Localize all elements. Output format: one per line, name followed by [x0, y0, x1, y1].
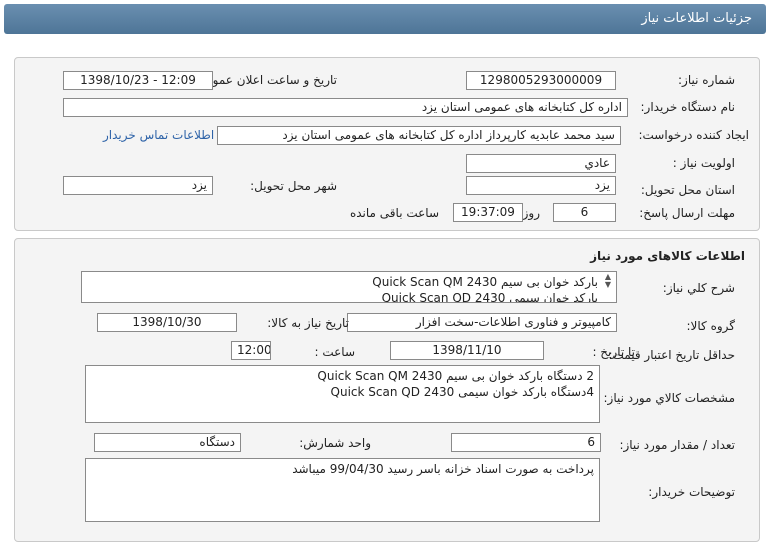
goods-info-panel: اطلاعات کالاهای مورد نیاز شرح کلي نیاز: …	[14, 238, 760, 542]
remaining-word: ساعت باقی مانده	[349, 206, 439, 220]
unit-label: واحد شمارش:	[299, 436, 371, 450]
province-field: یزد	[466, 176, 616, 195]
deadline-time-field: 19:37:09	[453, 203, 523, 222]
requester-label: ایجاد کننده درخواست:	[638, 128, 749, 142]
page-header: جزئیات اطلاعات نیاز	[4, 4, 766, 34]
deadline-label: مهلت ارسال پاسخ:	[639, 206, 735, 220]
goods-spec-line: 4دستگاه بارکد خوان سیمی Quick Scan QD 24…	[330, 385, 594, 399]
need-date-field: 1398/10/30	[97, 313, 237, 332]
goods-group-field: کامپیوتر و فناوری اطلاعات-سخت افزار	[347, 313, 617, 332]
validity-time-field: 12:00	[231, 341, 271, 360]
goods-spec-line: 2 دستگاه بارکد خوان بی سیم Quick Scan QM…	[317, 369, 594, 383]
announce-date-field: 1398/10/23 - 12:09	[63, 71, 213, 90]
goods-spec-label: مشخصات کالاي مورد نیاز:	[603, 391, 735, 405]
priority-label: اولویت نیاز :	[672, 156, 735, 170]
unit-field: دستگاه	[94, 433, 241, 452]
need-info-panel: شماره نیاز: 1298005293000009 تاریخ و ساع…	[14, 57, 760, 231]
need-number-field: 1298005293000009	[466, 71, 616, 90]
general-desc-line: بارکد خوان بی سیم Quick Scan QM 2430	[372, 275, 598, 289]
goods-group-label: گروه کالا:	[686, 319, 736, 333]
announce-date-label: تاریخ و ساعت اعلان عمومی:	[192, 73, 337, 87]
general-desc-field: بارکد خوان بی سیم Quick Scan QM 2430 بار…	[81, 271, 617, 303]
city-field: یزد	[63, 176, 213, 195]
buyer-contact-link[interactable]: اطلاعات تماس خریدار	[103, 128, 214, 142]
quantity-label: تعداد / مقدار مورد نیاز:	[619, 438, 735, 452]
general-desc-label: شرح کلي نیاز:	[662, 281, 735, 295]
need-number-label: شماره نیاز:	[678, 73, 735, 87]
scroll-arrows-icon[interactable]: ▲ ▼	[603, 273, 613, 289]
general-desc-line: بارکد خوان سیمی Quick Scan QD 2430	[381, 291, 598, 303]
buyer-notes-field: پرداخت به صورت اسناد خزانه باسر رسید 99/…	[85, 458, 600, 522]
need-date-label: تاریخ نیاز به کالا:	[267, 316, 349, 330]
buyer-org-field: اداره کل کتابخانه های عمومی استان یزد	[63, 98, 628, 117]
buyer-notes-label: توضیحات خریدار:	[648, 485, 735, 499]
buyer-org-label: نام دستگاه خریدار:	[640, 100, 736, 114]
province-label: استان محل تحویل:	[640, 183, 735, 197]
until-date-label: تا تاریخ :	[592, 345, 635, 359]
until-date-field: 1398/11/10	[390, 341, 544, 360]
city-label: شهر محل تحویل:	[250, 179, 337, 193]
deadline-days-field: 6	[553, 203, 616, 222]
quantity-field: 6	[451, 433, 601, 452]
validity-time-label: ساعت :	[314, 345, 355, 359]
priority-field: عادي	[466, 154, 616, 173]
goods-spec-field: 2 دستگاه بارکد خوان بی سیم Quick Scan QM…	[85, 365, 600, 423]
requester-field: سید محمد عابدیه کارپرداز اداره کل کتابخا…	[217, 126, 621, 145]
goods-section-title: اطلاعات کالاهای مورد نیاز	[590, 249, 745, 263]
page-title: جزئیات اطلاعات نیاز	[641, 11, 752, 26]
